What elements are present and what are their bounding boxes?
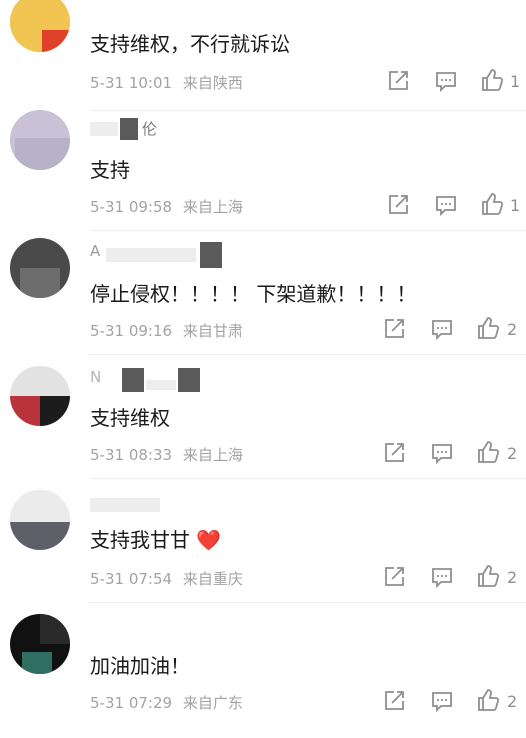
comment-text: 支持我甘甘 ❤️ bbox=[90, 528, 222, 552]
comment-meta: 5-31 07:29 来自广东 bbox=[90, 692, 243, 713]
comment-icon[interactable] bbox=[433, 68, 459, 94]
comment-date: 5-31 bbox=[90, 322, 125, 340]
comment-meta: 5-31 07:54 来自重庆 bbox=[90, 568, 243, 589]
divider bbox=[90, 354, 526, 355]
comment-time: 09:16 bbox=[128, 322, 173, 340]
comment-item: 加油加油！ 5-31 07:29 来自广东 2 bbox=[0, 614, 526, 738]
thumbs-up-icon[interactable] bbox=[475, 315, 501, 341]
comment-text: 支持维权 bbox=[90, 406, 170, 430]
comment-item: N 支持维权 5-31 08:33 来自上海 2 bbox=[0, 366, 526, 490]
repost-icon[interactable] bbox=[381, 564, 407, 590]
like-count: 2 bbox=[507, 568, 518, 587]
thumbs-up-icon[interactable] bbox=[479, 191, 505, 217]
avatar[interactable] bbox=[10, 490, 70, 550]
avatar[interactable] bbox=[10, 0, 70, 52]
repost-icon[interactable] bbox=[385, 68, 411, 94]
comment-date: 5-31 bbox=[90, 446, 125, 464]
comment-meta: 5-31 08:33 来自上海 bbox=[90, 444, 243, 465]
repost-icon[interactable] bbox=[381, 316, 407, 342]
comment-icon[interactable] bbox=[433, 192, 459, 218]
like-count: 2 bbox=[507, 692, 518, 711]
comment-text: 支持维权，不行就诉讼 bbox=[90, 32, 290, 56]
comment-date: 5-31 bbox=[90, 570, 125, 588]
comment-item: A 停止侵权！！！！ 下架道歉！！！！ 5-31 09:16 来自甘肃 2 bbox=[0, 238, 526, 362]
comment-text: 加油加油！ bbox=[90, 654, 190, 678]
thumbs-up-icon[interactable] bbox=[475, 563, 501, 589]
thumbs-up-icon[interactable] bbox=[475, 687, 501, 713]
repost-icon[interactable] bbox=[385, 192, 411, 218]
like-count: 2 bbox=[507, 320, 518, 339]
comment-location: 来自甘肃 bbox=[182, 322, 243, 340]
avatar[interactable] bbox=[10, 110, 70, 170]
comment-location: 来自重庆 bbox=[182, 570, 243, 588]
thumbs-up-icon[interactable] bbox=[479, 67, 505, 93]
thumbs-up-icon[interactable] bbox=[475, 439, 501, 465]
comment-location: 来自上海 bbox=[182, 198, 243, 216]
divider bbox=[90, 478, 526, 479]
comment-date: 5-31 bbox=[90, 74, 125, 92]
comment-item: 支持我甘甘 ❤️ 5-31 07:54 来自重庆 2 bbox=[0, 490, 526, 614]
comment-date: 5-31 bbox=[90, 694, 125, 712]
comment-time: 10:01 bbox=[128, 74, 173, 92]
comment-item: 支持维权，不行就诉讼 5-31 10:01 来自陕西 1 bbox=[0, 0, 526, 116]
comment-location: 来自广东 bbox=[182, 694, 243, 712]
comment-time: 08:33 bbox=[128, 446, 173, 464]
repost-icon[interactable] bbox=[381, 440, 407, 466]
avatar[interactable] bbox=[10, 614, 70, 674]
comment-meta: 5-31 09:58 来自上海 bbox=[90, 196, 243, 217]
comment-icon[interactable] bbox=[429, 688, 455, 714]
comment-icon[interactable] bbox=[429, 316, 455, 342]
comment-text: 停止侵权！！！！ 下架道歉！！！！ bbox=[90, 282, 417, 306]
like-count: 1 bbox=[510, 72, 521, 91]
comment-meta: 5-31 09:16 来自甘肃 bbox=[90, 320, 243, 341]
comment-item: 伦 支持 5-31 09:58 来自上海 1 bbox=[0, 110, 526, 234]
repost-icon[interactable] bbox=[381, 688, 407, 714]
comment-icon[interactable] bbox=[429, 564, 455, 590]
like-count: 2 bbox=[507, 444, 518, 463]
comment-date: 5-31 bbox=[90, 198, 125, 216]
avatar[interactable] bbox=[10, 238, 70, 298]
comment-text: 支持 bbox=[90, 158, 130, 182]
divider bbox=[90, 602, 526, 603]
comment-meta: 5-31 10:01 来自陕西 bbox=[90, 72, 243, 93]
comment-time: 07:29 bbox=[128, 694, 173, 712]
comment-location: 来自陕西 bbox=[182, 74, 243, 92]
like-count: 1 bbox=[510, 196, 521, 215]
comment-time: 07:54 bbox=[128, 570, 173, 588]
divider bbox=[90, 230, 526, 231]
comment-icon[interactable] bbox=[429, 440, 455, 466]
avatar[interactable] bbox=[10, 366, 70, 426]
comment-location: 来自上海 bbox=[182, 446, 243, 464]
comment-time: 09:58 bbox=[128, 198, 173, 216]
